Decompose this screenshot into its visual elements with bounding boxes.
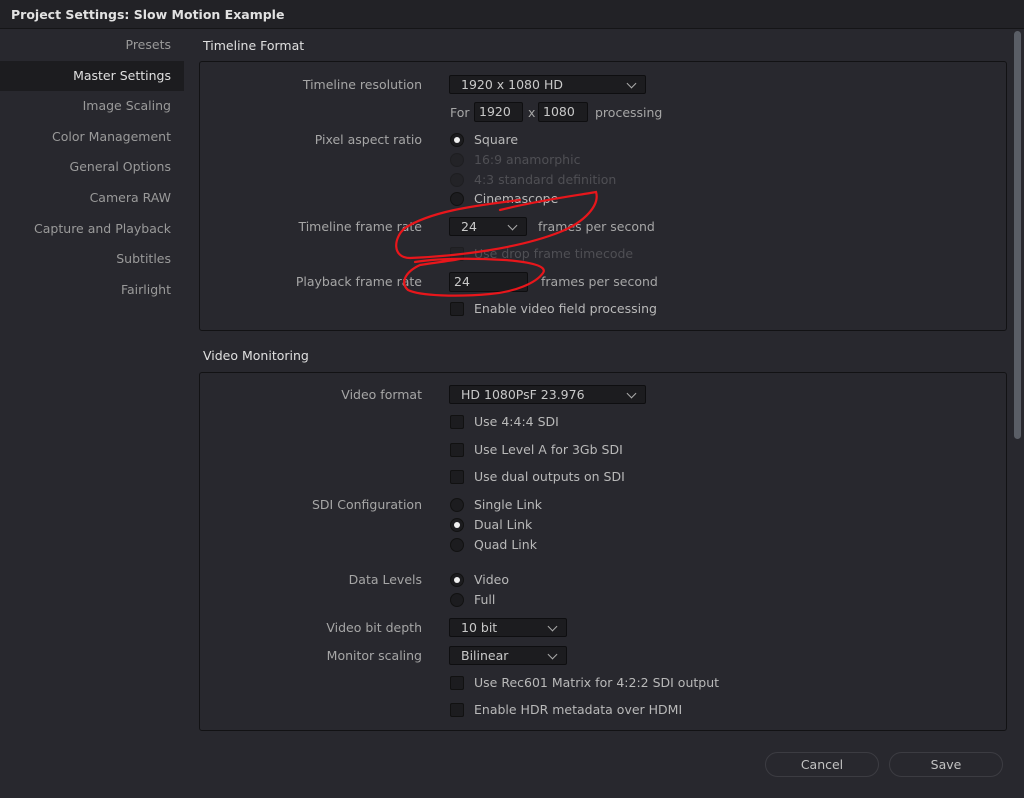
pixel-aspect-label: Pixel aspect ratio — [314, 132, 422, 147]
playback-fps-label: frames per second — [541, 274, 658, 289]
sidebar-item-color-management[interactable]: Color Management — [0, 122, 184, 153]
video-format-label: Video format — [341, 387, 422, 402]
use-444-sdi-checkbox[interactable] — [450, 415, 464, 429]
monitor-scaling-value: Bilinear — [461, 648, 509, 663]
title-bar: Project Settings: Slow Motion Example — [0, 0, 1024, 29]
bit-depth-label: Video bit depth — [326, 620, 422, 635]
field-processing-label: Enable video field processing — [474, 301, 657, 316]
sdi-quad-link-label: Quad Link — [474, 537, 537, 552]
sdi-dual-link-radio[interactable] — [450, 518, 464, 532]
chevron-down-icon — [507, 220, 518, 231]
save-button[interactable]: Save — [889, 752, 1003, 777]
timeline-frame-rate-dropdown[interactable]: 24 — [449, 217, 527, 236]
pixel-aspect-sd-radio — [450, 173, 464, 187]
data-levels-video-radio[interactable] — [450, 573, 464, 587]
pixel-aspect-square-radio[interactable] — [450, 133, 464, 147]
playback-frame-rate-label: Playback frame rate — [295, 274, 422, 289]
sdi-config-label: SDI Configuration — [312, 497, 422, 512]
scrollbar-thumb[interactable] — [1014, 31, 1021, 439]
drop-frame-checkbox — [450, 247, 464, 261]
pixel-aspect-square-label: Square — [474, 132, 519, 147]
rec601-label: Use Rec601 Matrix for 4:2:2 SDI output — [474, 675, 720, 690]
video-monitoring-panel: Video format HD 1080PsF 23.976 Use 4:4:4… — [199, 372, 1007, 731]
sidebar-item-image-scaling[interactable]: Image Scaling — [0, 91, 184, 122]
timeline-resolution-value: 1920 x 1080 HD — [461, 77, 563, 92]
settings-sidebar: Presets Master Settings Image Scaling Co… — [0, 30, 184, 305]
timeline-frame-rate-label: Timeline frame rate — [298, 219, 422, 234]
monitor-scaling-label: Monitor scaling — [326, 648, 422, 663]
drop-frame-label: Use drop frame timecode — [474, 246, 634, 261]
timeline-fps-label: frames per second — [538, 219, 655, 234]
hdr-metadata-checkbox[interactable] — [450, 703, 464, 717]
resolution-width-input[interactable]: 1920 — [474, 102, 523, 122]
data-levels-video-label: Video — [474, 572, 510, 587]
bit-depth-value: 10 bit — [461, 620, 498, 635]
sidebar-item-presets[interactable]: Presets — [0, 30, 184, 61]
chevron-down-icon — [626, 78, 637, 89]
sdi-single-link-label: Single Link — [474, 497, 542, 512]
playback-frame-rate-input[interactable]: 24 — [449, 272, 528, 292]
video-monitoring-heading: Video Monitoring — [203, 348, 309, 363]
pixel-aspect-anamorphic-label: 16:9 anamorphic — [474, 152, 581, 167]
resolution-height-input[interactable]: 1080 — [538, 102, 588, 122]
chevron-down-icon — [626, 388, 637, 399]
level-a-label: Use Level A for 3Gb SDI — [474, 442, 623, 457]
dual-outputs-label: Use dual outputs on SDI — [474, 469, 625, 484]
video-format-value: HD 1080PsF 23.976 — [461, 387, 585, 402]
chevron-down-icon — [547, 621, 558, 632]
sidebar-item-fairlight[interactable]: Fairlight — [0, 275, 184, 306]
timeline-frame-rate-value: 24 — [461, 219, 477, 234]
data-levels-full-label: Full — [474, 592, 496, 607]
timeline-resolution-label: Timeline resolution — [302, 77, 422, 92]
sidebar-item-subtitles[interactable]: Subtitles — [0, 244, 184, 275]
level-a-checkbox[interactable] — [450, 443, 464, 457]
sdi-dual-link-label: Dual Link — [474, 517, 533, 532]
data-levels-label: Data Levels — [348, 572, 422, 587]
chevron-down-icon — [547, 649, 558, 660]
field-processing-checkbox[interactable] — [450, 302, 464, 316]
sdi-single-link-radio[interactable] — [450, 498, 464, 512]
use-444-sdi-label: Use 4:4:4 SDI — [474, 414, 559, 429]
pixel-aspect-cinemascope-radio[interactable] — [450, 192, 464, 206]
x-label: x — [528, 105, 536, 120]
hdr-metadata-label: Enable HDR metadata over HDMI — [474, 702, 683, 717]
bit-depth-dropdown[interactable]: 10 bit — [449, 618, 567, 637]
sdi-quad-link-radio[interactable] — [450, 538, 464, 552]
cancel-button[interactable]: Cancel — [765, 752, 879, 777]
processing-label: processing — [595, 105, 663, 120]
pixel-aspect-anamorphic-radio — [450, 153, 464, 167]
sidebar-item-general-options[interactable]: General Options — [0, 152, 184, 183]
timeline-format-heading: Timeline Format — [203, 38, 305, 53]
pixel-aspect-cinemascope-label: Cinemascope — [474, 191, 559, 206]
rec601-checkbox[interactable] — [450, 676, 464, 690]
sidebar-item-camera-raw[interactable]: Camera RAW — [0, 183, 184, 214]
timeline-resolution-dropdown[interactable]: 1920 x 1080 HD — [449, 75, 646, 94]
timeline-format-panel: Timeline resolution 1920 x 1080 HD For 1… — [199, 61, 1007, 331]
window-title: Project Settings: Slow Motion Example — [11, 7, 285, 22]
sidebar-item-master-settings[interactable]: Master Settings — [0, 60, 184, 92]
video-format-dropdown[interactable]: HD 1080PsF 23.976 — [449, 385, 646, 404]
data-levels-full-radio[interactable] — [450, 593, 464, 607]
sidebar-item-capture-playback[interactable]: Capture and Playback — [0, 214, 184, 245]
monitor-scaling-dropdown[interactable]: Bilinear — [449, 646, 567, 665]
for-label: For — [450, 105, 470, 120]
dual-outputs-checkbox[interactable] — [450, 470, 464, 484]
pixel-aspect-sd-label: 4:3 standard definition — [474, 172, 617, 187]
